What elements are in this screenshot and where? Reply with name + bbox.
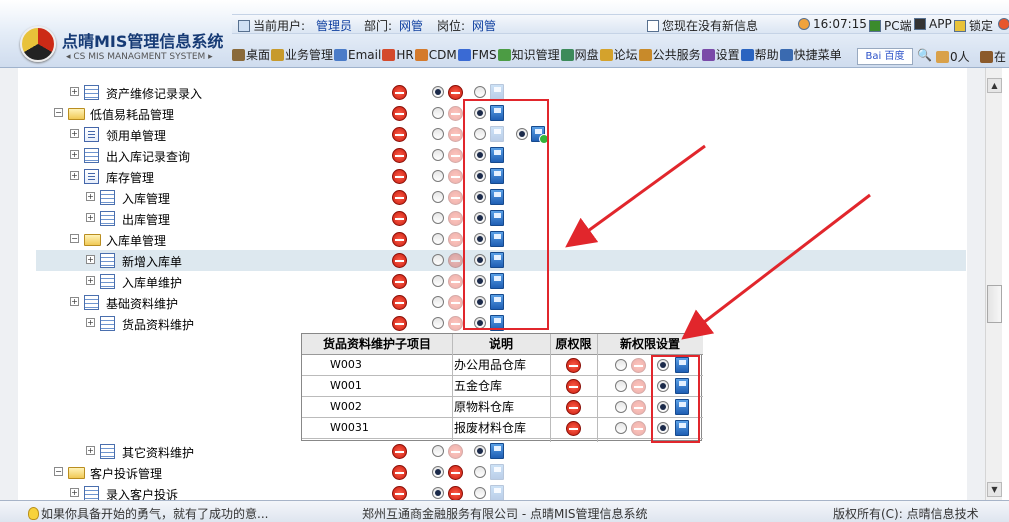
annotation-arrows [565, 144, 871, 340]
lightbulb-icon [28, 507, 39, 520]
status-bar: 如果你具备开始的勇气，就有了成功的意... 郑州互通商金融服务有限公司 - 点晴… [0, 500, 1009, 522]
motto-text: 如果你具备开始的勇气，就有了成功的意... [28, 505, 268, 522]
arrow-to-tree [565, 144, 706, 248]
copyright-text: 版权所有(C): 点晴信息技术 [833, 507, 979, 521]
arrow-to-popup [681, 193, 871, 340]
company-text: 郑州互通商金融服务有限公司 - 点晴MIS管理信息系统 [362, 507, 648, 521]
